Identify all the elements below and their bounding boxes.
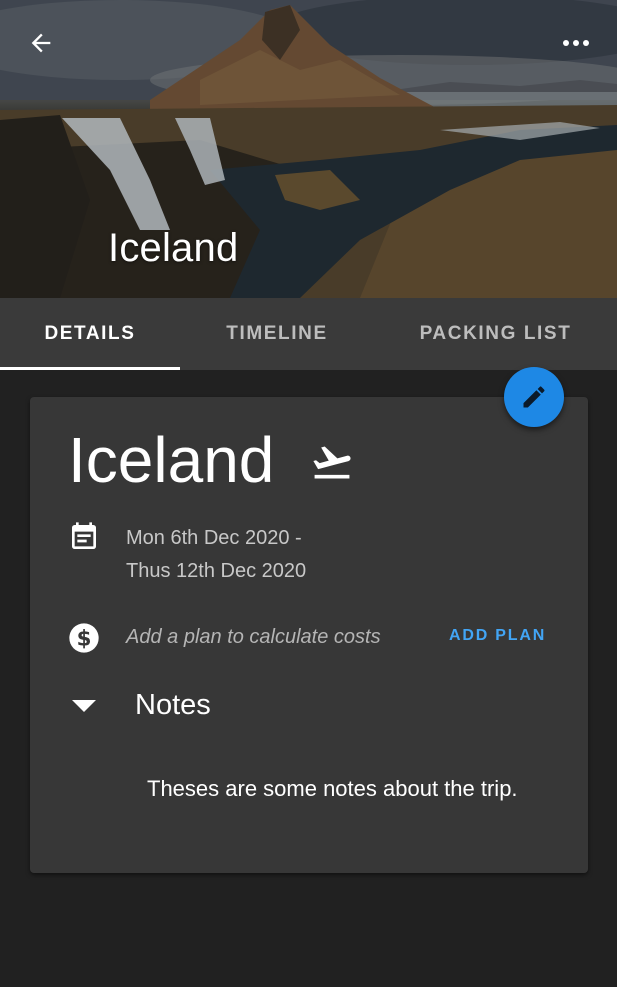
notes-header[interactable]: Notes	[135, 689, 211, 722]
flight-takeoff-icon	[313, 446, 351, 479]
svg-text:$: $	[77, 626, 92, 651]
cost-placeholder: Add a plan to calculate costs	[126, 626, 381, 648]
calendar-icon	[72, 522, 96, 549]
edit-button[interactable]	[504, 367, 564, 427]
tab-packing-list[interactable]: PACKING LIST	[374, 298, 617, 370]
tab-indicator	[0, 367, 180, 370]
tab-label: DETAILS	[44, 323, 136, 344]
trip-dates: Mon 6th Dec 2020 - Thus 12th Dec 2020	[126, 522, 306, 588]
more-horizontal-icon	[563, 40, 589, 46]
arrow-left-icon	[31, 33, 51, 53]
notes-body: Theses are some notes about the trip.	[147, 776, 518, 801]
tab-details[interactable]: DETAILS	[0, 298, 180, 370]
pencil-icon	[523, 386, 545, 408]
date-start: Mon 6th Dec 2020 -	[126, 527, 302, 549]
header-image: Iceland	[0, 0, 617, 298]
dollar-circle-icon: $	[69, 623, 99, 653]
trip-title: Iceland	[68, 424, 275, 496]
date-end: Thus 12th Dec 2020	[126, 560, 307, 582]
tab-bar: DETAILS TIMELINE PACKING LIST	[0, 298, 617, 370]
chevron-down-icon[interactable]	[72, 700, 96, 714]
tab-timeline[interactable]: TIMELINE	[180, 298, 374, 370]
back-button[interactable]	[22, 24, 60, 62]
more-options-button[interactable]	[556, 26, 596, 60]
add-plan-button[interactable]: ADD PLAN	[449, 627, 546, 645]
tab-label: TIMELINE	[226, 323, 328, 344]
landscape-image	[0, 0, 617, 298]
hero-title: Iceland	[108, 226, 239, 270]
tab-label: PACKING LIST	[419, 323, 572, 344]
